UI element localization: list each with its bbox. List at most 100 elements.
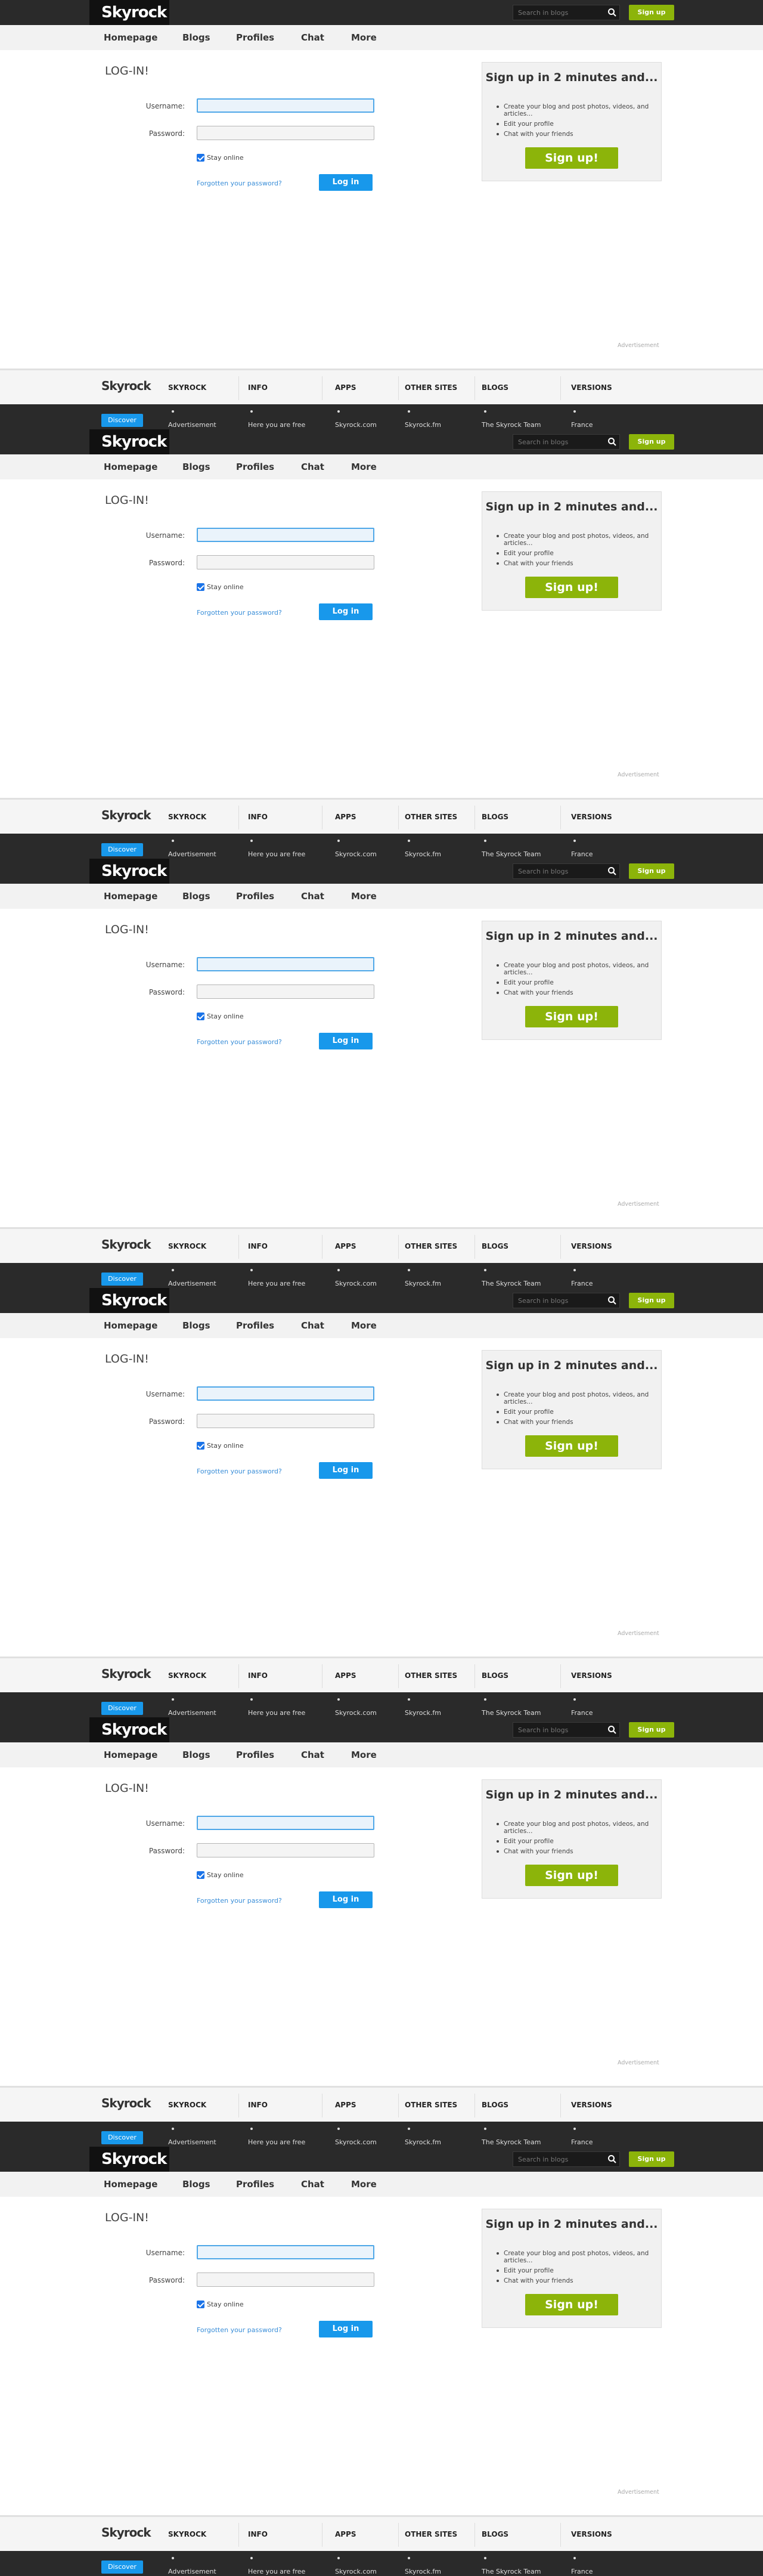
footer-col-other-sites[interactable]: OTHER SITES [405,2101,457,2109]
nav-more[interactable]: More [351,1750,377,1760]
footer-link-team[interactable]: The Skyrock Team [482,2568,541,2575]
search-input[interactable] [513,864,603,878]
footer-col-blogs[interactable]: BLOGS [482,1242,508,1250]
footer-link-free[interactable]: Here you are free [248,1709,305,1717]
search-input[interactable] [513,435,603,449]
footer-logo[interactable]: Skyrock [101,2096,151,2110]
footer-link-skyrock-com[interactable]: Skyrock.com [335,2138,377,2146]
username-field[interactable] [197,1816,374,1830]
signup-button[interactable]: Sign up! [525,577,618,598]
password-field[interactable] [197,555,374,569]
footer-col-apps[interactable]: APPS [335,1242,356,1250]
logo[interactable]: Skyrock [89,0,169,25]
footer-link-advertisement[interactable]: Advertisement [168,2568,216,2575]
footer-col-versions[interactable]: VERSIONS [571,2101,612,2109]
footer-col-info[interactable]: INFO [248,2530,268,2538]
search-input[interactable] [513,1723,603,1737]
footer-link-skyrock-fm[interactable]: Skyrock.fm [405,421,441,429]
footer-col-other-sites[interactable]: OTHER SITES [405,1242,457,1250]
login-button[interactable]: Log in [319,603,373,620]
footer-link-france[interactable]: France [571,421,593,429]
footer-logo[interactable]: Skyrock [101,2525,151,2540]
signup-button-top[interactable]: Sign up [629,1722,674,1738]
footer-col-versions[interactable]: VERSIONS [571,1242,612,1250]
footer-col-blogs[interactable]: BLOGS [482,2101,508,2109]
logo[interactable]: Skyrock [89,429,169,454]
footer-logo[interactable]: Skyrock [101,808,151,822]
signup-button-top[interactable]: Sign up [629,434,674,450]
nav-homepage[interactable]: Homepage [104,891,157,902]
footer-logo[interactable]: Skyrock [101,1667,151,1681]
logo[interactable]: Skyrock [89,859,169,884]
nav-blogs[interactable]: Blogs [182,2179,210,2190]
nav-profiles[interactable]: Profiles [236,2179,274,2190]
footer-link-advertisement[interactable]: Advertisement [168,2138,216,2146]
footer-link-france[interactable]: France [571,2138,593,2146]
footer-link-team[interactable]: The Skyrock Team [482,1280,541,1287]
footer-col-info[interactable]: INFO [248,2101,268,2109]
stay-online-checkbox[interactable] [197,2301,204,2308]
footer-col-blogs[interactable]: BLOGS [482,383,508,392]
footer-logo[interactable]: Skyrock [101,1237,151,1252]
search-input[interactable] [513,1293,603,1308]
nav-blogs[interactable]: Blogs [182,891,210,902]
footer-link-advertisement[interactable]: Advertisement [168,1709,216,1717]
nav-homepage[interactable]: Homepage [104,462,157,472]
footer-link-skyrock-com[interactable]: Skyrock.com [335,1280,377,1287]
login-button[interactable]: Log in [319,174,373,191]
password-field[interactable] [197,984,374,999]
nav-profiles[interactable]: Profiles [236,1320,274,1331]
footer-link-skyrock-com[interactable]: Skyrock.com [335,421,377,429]
signup-button-top[interactable]: Sign up [629,5,674,20]
footer-col-blogs[interactable]: BLOGS [482,813,508,821]
footer-col-skyrock[interactable]: SKYROCK [168,383,206,392]
password-field[interactable] [197,1843,374,1857]
nav-homepage[interactable]: Homepage [104,1320,157,1331]
discover-button[interactable]: Discover [101,2131,143,2144]
search-icon[interactable] [607,1725,617,1735]
forgot-password-link[interactable]: Forgotten your password? [197,2326,282,2334]
footer-link-skyrock-com[interactable]: Skyrock.com [335,1709,377,1717]
logo[interactable]: Skyrock [89,1717,169,1742]
footer-link-skyrock-fm[interactable]: Skyrock.fm [405,2568,441,2575]
discover-button[interactable]: Discover [101,843,143,856]
search-icon[interactable] [607,1296,617,1305]
nav-more[interactable]: More [351,1320,377,1331]
forgot-password-link[interactable]: Forgotten your password? [197,1038,282,1046]
footer-link-skyrock-com[interactable]: Skyrock.com [335,2568,377,2575]
footer-link-team[interactable]: The Skyrock Team [482,850,541,858]
footer-link-free[interactable]: Here you are free [248,2568,305,2575]
footer-col-versions[interactable]: VERSIONS [571,813,612,821]
footer-col-apps[interactable]: APPS [335,813,356,821]
nav-profiles[interactable]: Profiles [236,891,274,902]
forgot-password-link[interactable]: Forgotten your password? [197,609,282,617]
signup-button[interactable]: Sign up! [525,147,618,169]
nav-chat[interactable]: Chat [301,462,324,472]
footer-link-france[interactable]: France [571,1280,593,1287]
footer-link-skyrock-fm[interactable]: Skyrock.fm [405,1709,441,1717]
footer-col-info[interactable]: INFO [248,383,268,392]
footer-link-france[interactable]: France [571,850,593,858]
stay-online-checkbox[interactable] [197,583,204,591]
footer-col-skyrock[interactable]: SKYROCK [168,813,206,821]
nav-profiles[interactable]: Profiles [236,462,274,472]
nav-more[interactable]: More [351,462,377,472]
nav-blogs[interactable]: Blogs [182,1320,210,1331]
search-input[interactable] [513,2152,603,2166]
signup-button[interactable]: Sign up! [525,1865,618,1886]
nav-chat[interactable]: Chat [301,1750,324,1760]
nav-profiles[interactable]: Profiles [236,32,274,43]
stay-online-checkbox[interactable] [197,1442,204,1450]
footer-link-advertisement[interactable]: Advertisement [168,421,216,429]
nav-more[interactable]: More [351,32,377,43]
footer-col-apps[interactable]: APPS [335,1671,356,1680]
username-field[interactable] [197,528,374,542]
forgot-password-link[interactable]: Forgotten your password? [197,1897,282,1905]
footer-col-blogs[interactable]: BLOGS [482,1671,508,1680]
logo[interactable]: Skyrock [89,1288,169,1313]
signup-button-top[interactable]: Sign up [629,863,674,879]
username-field[interactable] [197,2245,374,2259]
nav-chat[interactable]: Chat [301,32,324,43]
footer-link-skyrock-com[interactable]: Skyrock.com [335,850,377,858]
footer-link-team[interactable]: The Skyrock Team [482,421,541,429]
